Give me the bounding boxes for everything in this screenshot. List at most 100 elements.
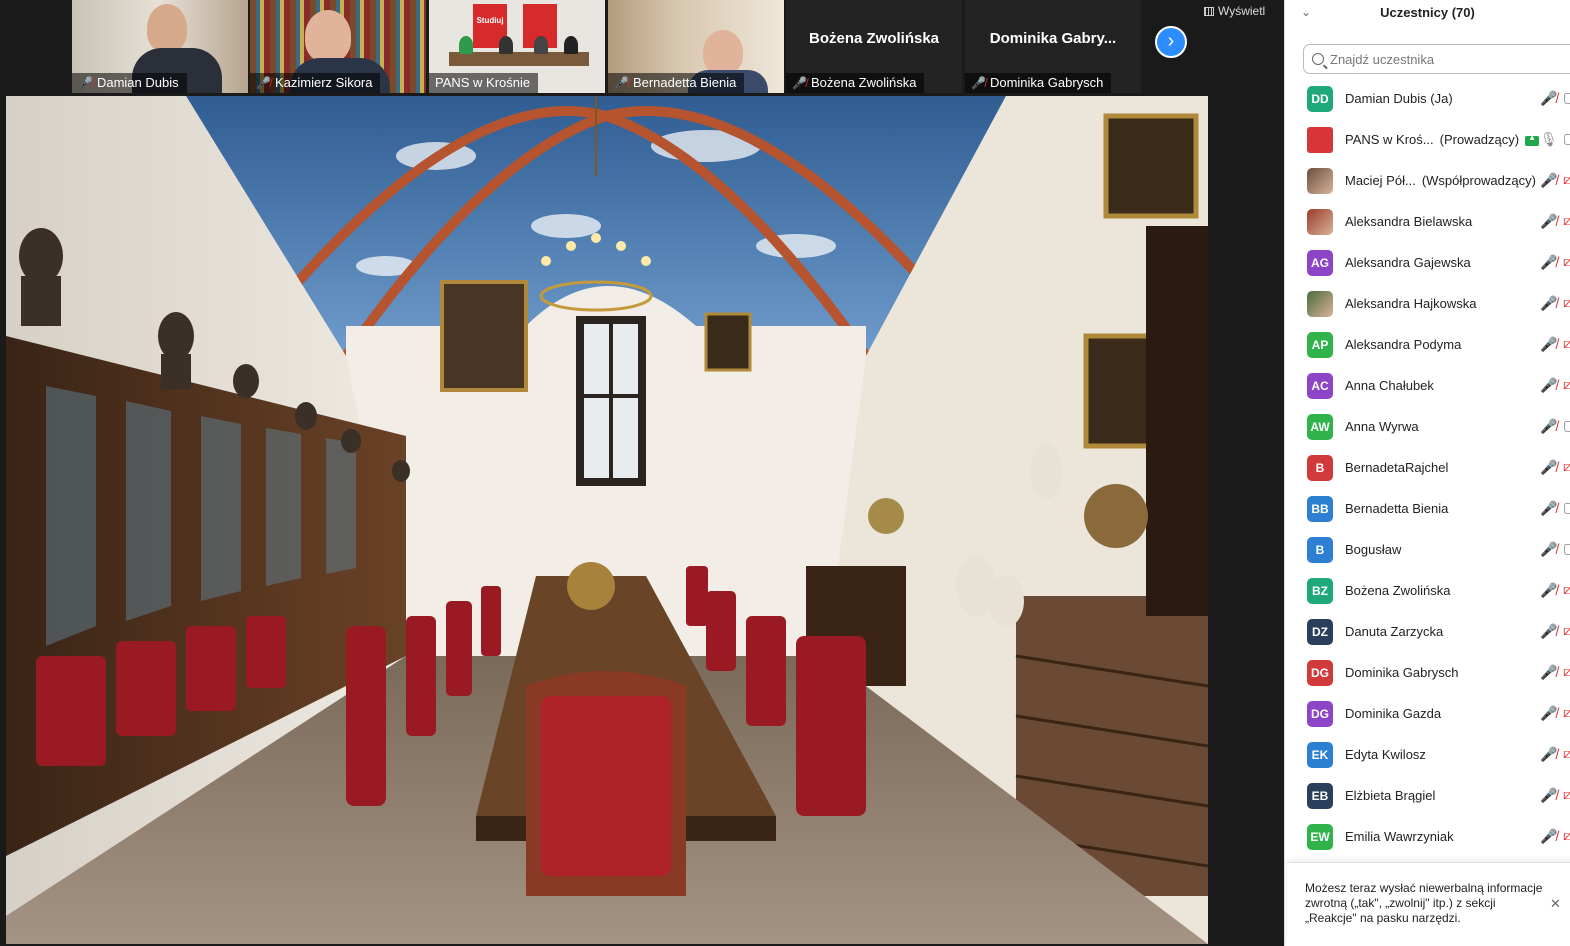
participant-row[interactable]: EB Elżbieta Brągiel 🎤̸ ⧄ bbox=[1285, 775, 1570, 816]
camera-off-icon[interactable]: ⧄ bbox=[1563, 745, 1570, 762]
participant-search[interactable] bbox=[1303, 44, 1570, 74]
participant-name: Aleksandra Hajkowska bbox=[1345, 296, 1477, 311]
camera-icon[interactable]: ▢ bbox=[1563, 89, 1570, 106]
mic-muted-icon: 🎤̸ bbox=[971, 76, 986, 90]
avatar: BB bbox=[1307, 495, 1333, 522]
camera-off-icon[interactable]: ⧄ bbox=[1563, 581, 1570, 598]
participant-row[interactable]: AG Aleksandra Gajewska 🎤̸ ⧄ bbox=[1285, 242, 1570, 283]
participant-name-text: BernadetaRajchel bbox=[1345, 460, 1449, 475]
participant-name: Dominika Gabrysch bbox=[1345, 665, 1458, 680]
camera-off-icon[interactable]: ⧄ bbox=[1563, 376, 1570, 393]
camera-off-icon[interactable]: ⧄ bbox=[1563, 622, 1570, 639]
panel-title: Uczestnicy (70) bbox=[1380, 5, 1475, 20]
mic-muted-icon[interactable]: 🎤̸ bbox=[1540, 787, 1557, 804]
mic-muted-icon[interactable]: 🎤̸ bbox=[1540, 623, 1557, 640]
camera-off-icon[interactable]: ⧄ bbox=[1563, 335, 1570, 352]
close-icon[interactable]: ✕ bbox=[1550, 896, 1561, 911]
video-thumbnail[interactable]: 🎤̸ Bernadetta Bienia bbox=[608, 0, 784, 93]
mic-muted-icon[interactable]: 🎤̸ bbox=[1540, 295, 1557, 312]
participant-row[interactable]: B Bogusław 🎤̸ ▢ bbox=[1285, 529, 1570, 570]
participant-row[interactable]: Aleksandra Bielawska 🎤̸ ⧄ bbox=[1285, 201, 1570, 242]
mic-muted-icon[interactable]: 🎤̸ bbox=[1540, 90, 1557, 107]
mic-muted-icon[interactable]: 🎤̸ bbox=[1540, 213, 1557, 230]
camera-icon[interactable]: ▢ bbox=[1563, 499, 1570, 516]
camera-off-icon[interactable]: ⧄ bbox=[1563, 827, 1570, 844]
view-button[interactable]: Wyświetl bbox=[1200, 0, 1270, 22]
avatar: EB bbox=[1307, 782, 1333, 809]
camera-off-icon[interactable]: ⧄ bbox=[1563, 458, 1570, 475]
participant-row[interactable]: DZ Danuta Zarzycka 🎤̸ ⧄ bbox=[1285, 611, 1570, 652]
participant-row[interactable]: Aleksandra Hajkowska 🎤̸ ⧄ bbox=[1285, 283, 1570, 324]
participant-name: Aleksandra Gajewska bbox=[1345, 255, 1471, 270]
camera-off-icon[interactable]: ⧄ bbox=[1563, 294, 1570, 311]
camera-off-icon[interactable]: ⧄ bbox=[1563, 704, 1570, 721]
participant-row[interactable]: B BernadetaRajchel 🎤̸ ⧄ bbox=[1285, 447, 1570, 488]
participant-row[interactable]: BB Bernadetta Bienia 🎤̸ ▢ bbox=[1285, 488, 1570, 529]
participants-panel: ⌄ Uczestnicy (70) DD Damian Dubis (Ja) 🎤̸ ▢… bbox=[1284, 0, 1570, 946]
participant-row[interactable]: DG Dominika Gazda 🎤̸ ⧄ bbox=[1285, 693, 1570, 734]
mic-muted-icon[interactable]: 🎤̸ bbox=[1540, 828, 1557, 845]
thumbnail-name: Damian Dubis bbox=[96, 75, 179, 90]
thumbnail-label: PANS w Krośnie bbox=[429, 73, 539, 93]
participant-row[interactable]: DD Damian Dubis (Ja) 🎤̸ ▢ bbox=[1285, 78, 1570, 119]
camera-off-icon[interactable]: ⧄ bbox=[1563, 212, 1570, 229]
mic-muted-icon[interactable]: 🎤̸ bbox=[1540, 459, 1557, 476]
video-thumbnail-active[interactable]: Studiuj PANS w Krośnie bbox=[429, 0, 605, 93]
participant-name: Maciej Pół... (Współprowadzący) bbox=[1345, 173, 1536, 188]
camera-off-icon[interactable]: ⧄ bbox=[1563, 786, 1570, 803]
participant-row[interactable]: DG Dominika Gabrysch 🎤̸ ⧄ bbox=[1285, 652, 1570, 693]
mic-muted-icon[interactable]: 🎤̸ bbox=[1540, 377, 1557, 394]
grid-view-icon bbox=[1204, 6, 1214, 16]
search-input[interactable] bbox=[1330, 51, 1550, 67]
mic-muted-icon[interactable]: 🎤̸ bbox=[1540, 172, 1557, 189]
participant-name: Bogusław bbox=[1345, 542, 1401, 557]
participant-row[interactable]: BZ Bożena Zwolińska 🎤̸ ⧄ bbox=[1285, 570, 1570, 611]
mic-muted-icon[interactable]: 🎤̸ bbox=[1540, 582, 1557, 599]
participant-row[interactable]: PANS w Kroś... (Prowadzący) 🎙 ▢ bbox=[1285, 119, 1570, 160]
participant-row[interactable]: EW Emilia Wawrzyniak 🎤̸ ⧄ bbox=[1285, 816, 1570, 857]
participant-row[interactable]: AP Aleksandra Podyma 🎤̸ ⧄ bbox=[1285, 324, 1570, 365]
participant-face bbox=[305, 10, 351, 62]
camera-icon[interactable]: ▢ bbox=[1563, 417, 1570, 434]
mic-muted-icon[interactable]: 🎤̸ bbox=[1540, 664, 1557, 681]
thumbnail-display-name: Bożena Zwolińska bbox=[808, 30, 940, 47]
participant-row[interactable]: AC Anna Chałubek 🎤̸ ⧄ bbox=[1285, 365, 1570, 406]
mic-muted-icon[interactable]: 🎤̸ bbox=[1540, 254, 1557, 271]
avatar bbox=[1307, 167, 1333, 194]
participant-name-text: Bogusław bbox=[1345, 542, 1402, 557]
camera-icon[interactable]: ▢ bbox=[1563, 130, 1570, 147]
mic-muted-icon[interactable]: 🎤̸ bbox=[1540, 500, 1557, 517]
mic-muted-icon: 🎤̸ bbox=[792, 76, 807, 90]
mic-muted-icon[interactable]: 🎤̸ bbox=[1540, 336, 1557, 353]
participant-name-text: Danuta Zarzycka bbox=[1345, 624, 1444, 639]
mic-muted-icon: 🎤̸ bbox=[78, 76, 93, 90]
notification-text: Możesz teraz wysłać niewerbalną informac… bbox=[1305, 881, 1543, 925]
video-thumbnail[interactable]: 🎤̸ Damian Dubis bbox=[72, 0, 248, 93]
participant-row[interactable]: AW Anna Wyrwa 🎤̸ ▢ bbox=[1285, 406, 1570, 447]
camera-off-icon[interactable]: ⧄ bbox=[1563, 663, 1570, 680]
video-thumbnail[interactable]: 🎤̸ Kazimierz Sikora bbox=[250, 0, 426, 93]
avatar: EK bbox=[1307, 741, 1333, 768]
video-thumbnail-off[interactable]: Dominika Gabry... 🎤̸ Dominika Gabrysch bbox=[965, 0, 1141, 93]
participant-name-text: Emilia Wawrzyniak bbox=[1345, 829, 1454, 844]
next-page-button[interactable]: › bbox=[1155, 26, 1187, 58]
avatar: B bbox=[1307, 536, 1333, 563]
participant-name-text: Aleksandra Gajewska bbox=[1345, 255, 1471, 270]
participant-row[interactable]: EK Edyta Kwilosz 🎤̸ ⧄ bbox=[1285, 734, 1570, 775]
thumbnail-label: 🎤̸ Dominika Gabrysch bbox=[965, 73, 1112, 93]
view-button-label: Wyświetl bbox=[1218, 4, 1266, 18]
avatar: DZ bbox=[1307, 618, 1333, 645]
avatar: DG bbox=[1307, 659, 1333, 686]
video-thumbnail-off[interactable]: Bożena Zwolińska 🎤̸ Bożena Zwolińska bbox=[786, 0, 962, 93]
camera-off-icon[interactable]: ⧄ bbox=[1563, 171, 1570, 188]
mic-muted-icon[interactable]: 🎤̸ bbox=[1540, 746, 1557, 763]
mic-muted-icon[interactable]: 🎤̸ bbox=[1540, 418, 1557, 435]
participant-row[interactable]: Maciej Pół... (Współprowadzący) 🎤̸ ⧄ bbox=[1285, 160, 1570, 201]
thumbnail-name: Bożena Zwolińska bbox=[810, 75, 917, 90]
participant-name: Elżbieta Brągiel bbox=[1345, 788, 1435, 803]
mic-icon[interactable]: 🎙 bbox=[1540, 131, 1558, 148]
mic-muted-icon[interactable]: 🎤̸ bbox=[1540, 705, 1557, 722]
camera-icon[interactable]: ▢ bbox=[1563, 540, 1570, 557]
camera-off-icon[interactable]: ⧄ bbox=[1563, 253, 1570, 270]
mic-muted-icon[interactable]: 🎤̸ bbox=[1540, 541, 1557, 558]
